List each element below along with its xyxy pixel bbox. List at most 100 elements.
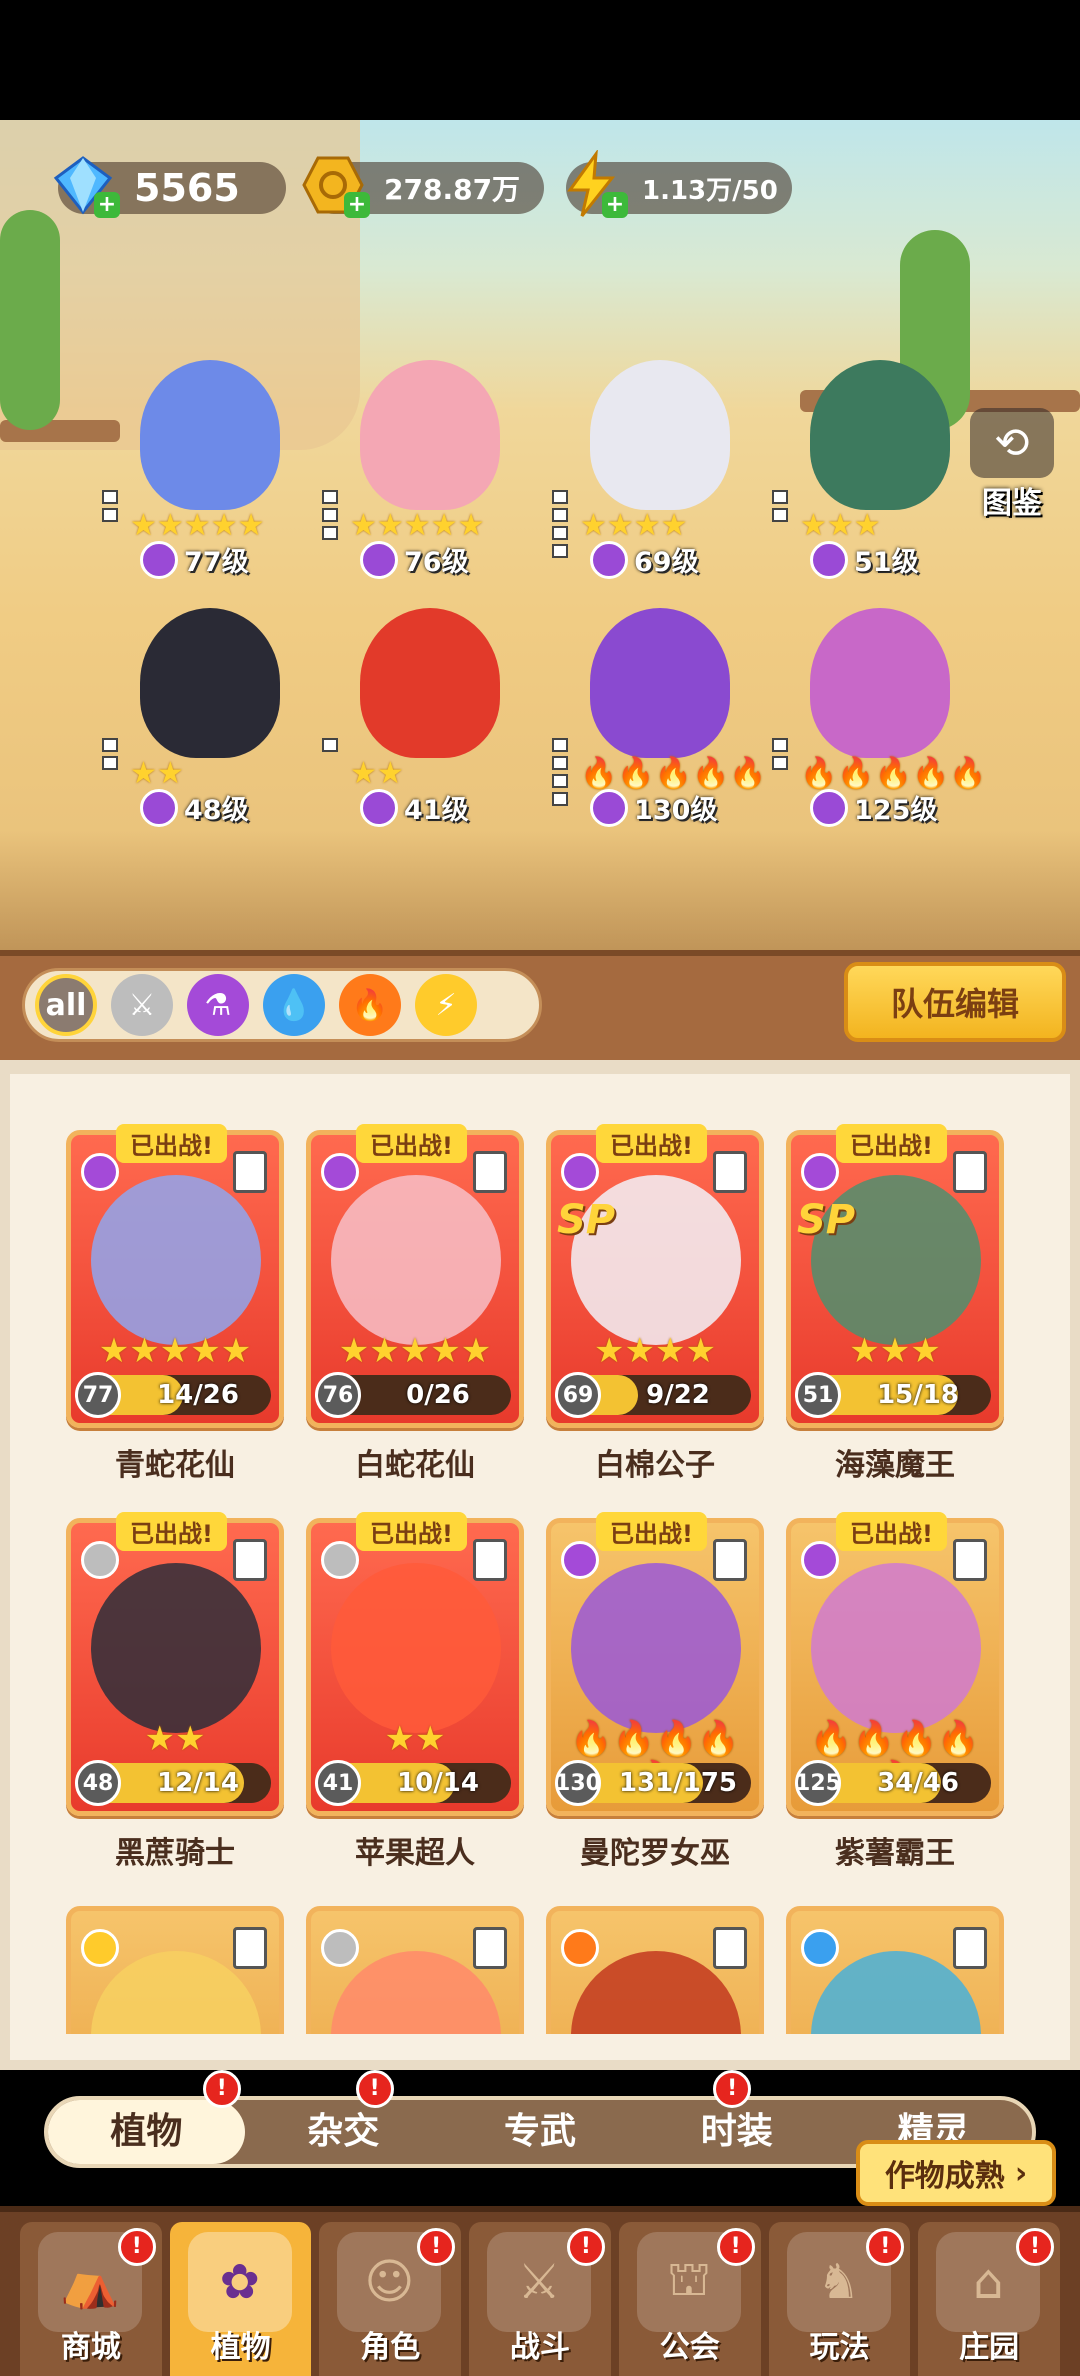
nav-plants-label: 植物 [210,2330,271,2365]
unit-stars: ★★ [350,756,404,791]
equip-slots-icon [772,738,790,774]
card-name: 白棉公子 [595,1448,715,1483]
tab-exclusive-weapon[interactable]: 专武 [442,2100,639,2164]
deployed-badge: 已出战! [596,1512,707,1551]
card-fragments: 12/14 [157,1768,239,1798]
plant-card[interactable]: ★★ 48 12/14 已出战! 黑蔗骑士 [66,1512,284,1872]
plant-card[interactable]: SP ★★★ 51 15/18 已出战! 海藻魔王 [786,1124,1004,1484]
tab-hybrid[interactable]: 杂交! [245,2070,442,2164]
plant-card[interactable] [66,1906,284,2034]
card-frame [66,1906,284,2034]
tab-plants[interactable]: 植物! [48,2070,245,2164]
unit-level-text: 125级 [854,795,938,826]
card-level: 125 [795,1760,841,1806]
nav-shop[interactable]: ⛺ 商城! [20,2222,162,2376]
team-unit[interactable]: ★★★★★ 76级 [322,360,530,579]
plant-card[interactable]: ★★ 41 10/14 已出战! 苹果超人 [306,1512,524,1872]
card-name: 白蛇花仙 [355,1448,475,1483]
chevron-right-icon: › [1014,2155,1028,2191]
sword-icon [321,1541,359,1579]
plant-character [590,608,730,758]
codex-icon: ⟲ [970,408,1054,478]
card-fragments: 9/22 [646,1380,710,1410]
unit-stars: ★★★★ [580,508,688,543]
team-unit[interactable]: ★★★★★ 77级 [102,360,310,579]
filter-fire[interactable]: 🔥 [339,974,401,1036]
plant-card[interactable]: ★★★★★ 76 0/26 已出战! 白蛇花仙 [306,1124,524,1484]
equip-slot-icon [953,1927,987,1969]
potion-icon [321,1153,359,1191]
energy-counter[interactable]: + 1.13万/50 [566,150,792,218]
alert-badge: ! [117,2228,156,2266]
plant-character [140,608,280,758]
team-unit[interactable]: ★★ 41级 [322,608,530,827]
team-unit[interactable]: 🔥🔥🔥🔥🔥 130级 [552,608,767,827]
gold-counter[interactable]: + 278.87万 [302,156,544,218]
nav-battle[interactable]: ⚔ 战斗! [469,2222,611,2376]
nav-manor[interactable]: ⌂ 庄园! [918,2222,1061,2376]
plant-card[interactable]: 🔥🔥🔥🔥🔥12534/46已出战!紫薯霸王 [786,1512,1004,1872]
card-name: 曼陀罗女巫 [580,1836,730,1871]
tab-costume[interactable]: 时装! [638,2070,835,2164]
filter-lightning[interactable]: ⚡ [415,974,477,1036]
team-edit-button[interactable]: 队伍编辑 [844,962,1066,1042]
fire-icon: 🔥 [351,987,389,1023]
card-frame: SP ★★★ 51 15/18 [786,1130,1004,1428]
unit-level-text: 41级 [404,795,469,826]
diamond-counter[interactable]: + 5565 [53,156,286,218]
plant-card[interactable]: SP ★★★★ 69 9/22 已出战! 白棉公子 [546,1124,764,1484]
filter-potion[interactable]: ⚗ [187,974,249,1036]
element-badge-icon [140,788,178,827]
plant-character [140,360,280,510]
nav-character[interactable]: ☺ 角色! [319,2222,462,2376]
nav-plants[interactable]: ✿ 植物 [169,2222,312,2376]
card-stars: ★★ [384,1719,446,1759]
unit-level: 51级 [810,540,919,579]
nav-guild[interactable]: ⛫ 公会! [618,2222,761,2376]
filter-water[interactable]: 💧 [263,974,325,1036]
card-frame [546,1906,764,2034]
potion-icon [561,1541,599,1579]
unit-stars: ★★ [130,756,184,791]
add-diamond-button[interactable]: + [94,192,120,218]
deployed-badge: 已出战! [116,1124,227,1163]
unit-level: 125级 [810,788,937,827]
card-level: 76 [315,1372,361,1418]
add-energy-button[interactable]: + [602,192,628,218]
team-unit[interactable]: ★★★ 51级 [772,360,980,579]
team-unit[interactable]: 🔥🔥🔥🔥🔥 125级 [772,608,987,827]
plant-card[interactable]: ★★★★★ 77 14/26 已出战! 青蛇花仙 [66,1124,284,1484]
fire-icon [561,1929,599,1967]
filter-all[interactable]: all [35,974,97,1036]
plant-card[interactable] [786,1906,1004,2034]
deployed-badge: 已出战! [596,1124,707,1163]
element-badge-icon [810,788,848,827]
card-fragments: 10/14 [397,1768,479,1798]
card-level: 48 [75,1760,121,1806]
plant-card[interactable] [306,1906,524,2034]
plant-character [810,360,950,510]
tab-plants-label: 植物 [110,2111,183,2152]
energy-value: 1.13万/50 [642,175,778,206]
sword-icon: ⚔ [128,987,156,1023]
fragment-progress: 41 10/14 [315,1760,511,1806]
tab-exclusive-weapon-label: 专武 [503,2111,576,2152]
equip-slots-icon [102,490,120,526]
equip-slots-icon [552,490,570,562]
card-level: 41 [315,1760,361,1806]
equip-slot-icon [953,1539,987,1581]
card-level: 69 [555,1372,601,1418]
fragment-progress: 130 131/175 [555,1760,751,1806]
plant-card[interactable] [546,1906,764,2034]
potion-icon [81,1153,119,1191]
alert-badge: ! [713,2070,752,2108]
add-gold-button[interactable]: + [344,192,370,218]
team-unit[interactable]: ★★ 48级 [102,608,310,827]
filter-sword[interactable]: ⚔ [111,974,173,1036]
crop-ripe-button[interactable]: 作物成熟 › [856,2140,1056,2206]
element-badge-icon [590,788,628,827]
plant-card[interactable]: 🔥🔥🔥🔥🔥130131/175已出战!曼陀罗女巫 [546,1512,764,1872]
team-unit[interactable]: ★★★★ 69级 [552,360,760,579]
plant-portrait [331,1175,501,1345]
nav-gameplay[interactable]: ♞ 玩法! [768,2222,911,2376]
